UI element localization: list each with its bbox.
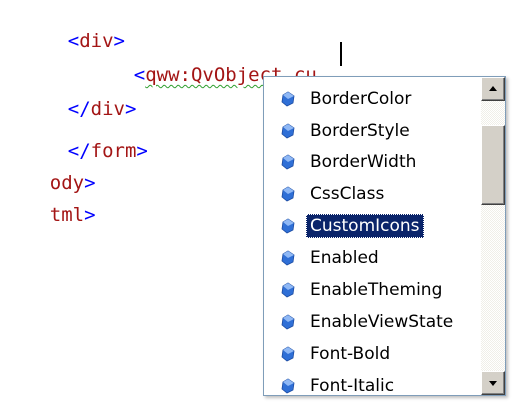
arrow-down-icon: [489, 381, 497, 386]
property-icon: [281, 250, 295, 266]
completion-item[interactable]: BorderStyle: [272, 116, 482, 146]
property-icon: [281, 378, 295, 394]
tag-name: form: [90, 140, 137, 162]
completion-item[interactable]: EnableTheming: [272, 275, 482, 305]
tag-open-bracket: <: [67, 30, 80, 52]
property-icon: [281, 91, 295, 107]
completion-item[interactable]: Enabled: [272, 243, 482, 273]
tag-close-bracket: >: [124, 98, 137, 120]
completion-item-label: CssClass: [310, 184, 385, 204]
property-icon: [281, 282, 295, 298]
completion-item-label: BorderStyle: [310, 121, 410, 141]
completion-item[interactable]: BorderColor: [272, 84, 482, 114]
completion-item[interactable]: Font-Bold: [272, 339, 482, 369]
completion-item[interactable]: BorderWidth: [272, 147, 482, 177]
tag-name: tml: [49, 204, 85, 226]
text-caret: [340, 42, 342, 66]
completion-item-label: CustomIcons: [306, 214, 424, 238]
property-icon: [281, 346, 295, 362]
property-icon: [281, 154, 295, 170]
property-icon: [281, 314, 295, 330]
property-icon: [281, 186, 295, 202]
completion-item-label: BorderWidth: [310, 152, 417, 172]
completion-item-label: EnableTheming: [310, 280, 443, 300]
tag-name: div: [90, 98, 125, 120]
vertical-scrollbar[interactable]: [481, 77, 505, 395]
completion-item[interactable]: Font-Italic: [272, 371, 482, 396]
tag-open-bracket: </: [67, 98, 91, 120]
completion-item-label: EnableViewState: [310, 312, 454, 332]
tag-name: qww:QvObject: [145, 64, 283, 86]
completion-item-selected[interactable]: CustomIcons: [272, 211, 482, 241]
completion-item-label: Enabled: [310, 248, 379, 268]
tag-close-bracket: >: [84, 204, 96, 226]
scrollbar-thumb[interactable]: [481, 125, 505, 205]
intellisense-popup[interactable]: BorderColor BorderStyle BorderWidth CssC…: [263, 76, 506, 396]
tag-close-bracket: >: [136, 140, 148, 162]
completion-item-label: BorderColor: [310, 89, 412, 109]
scroll-up-button[interactable]: [481, 77, 505, 101]
completion-item-label: Font-Bold: [310, 344, 391, 364]
code-line: tml>: [4, 182, 96, 248]
property-icon: [281, 218, 295, 234]
completion-item[interactable]: EnableViewState: [272, 307, 482, 337]
arrow-up-icon: [489, 86, 497, 91]
completion-item[interactable]: CssClass: [272, 179, 482, 209]
scroll-down-button[interactable]: [481, 371, 505, 395]
property-icon: [281, 123, 295, 139]
completion-item-label: Font-Italic: [310, 376, 395, 396]
